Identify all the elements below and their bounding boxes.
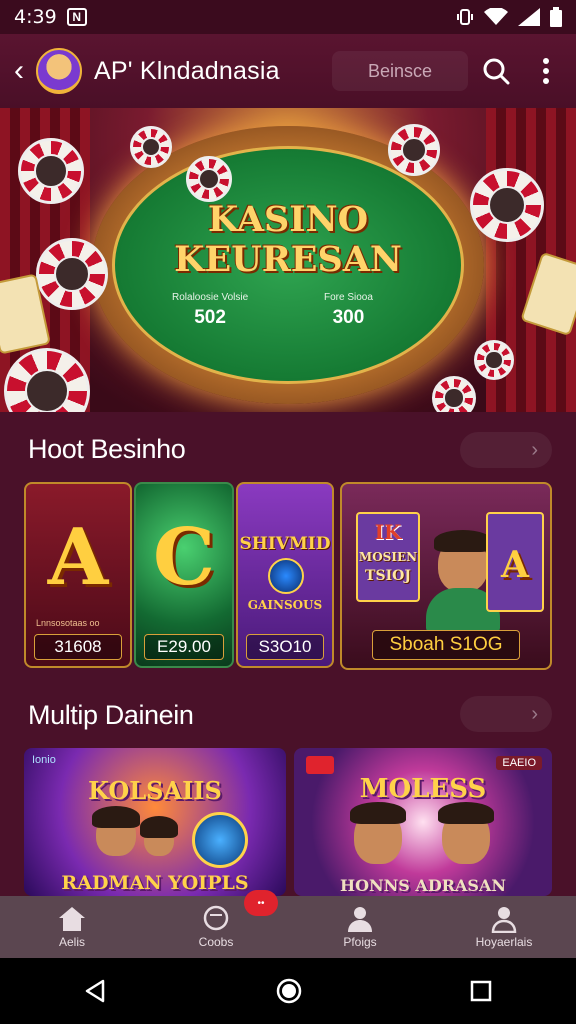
character (140, 816, 178, 856)
vibrate-icon (457, 9, 473, 25)
chevron-right-icon: › (531, 438, 538, 461)
roulette-wheel (192, 812, 248, 868)
promo-tag: Ionio (32, 754, 56, 766)
stat-right-label: Fore Siooa (324, 292, 373, 303)
search-icon (483, 58, 510, 85)
chat-icon (203, 905, 229, 931)
search-button[interactable] (474, 49, 518, 93)
nav-home-icon[interactable] (275, 977, 303, 1005)
stat-left-value: 502 (194, 307, 226, 328)
game-tile[interactable]: C E29.00 (134, 482, 234, 668)
tab-label: Pfoigs (343, 935, 377, 949)
hero-title-line1: KASINO (207, 199, 369, 240)
section-title: Hoot Besinho (28, 434, 186, 464)
tab-label: Coobs (198, 935, 234, 949)
hero-title-line2: KEURESAN (174, 239, 402, 280)
notification-badge: •• (244, 890, 278, 916)
promo-tag: EAEIO (496, 756, 542, 770)
game-tile[interactable]: SHIVMID GAINSOUS S3O10 (236, 482, 334, 668)
game-value: Sboah S1OG (372, 630, 520, 660)
game-value: 31608 (34, 634, 122, 660)
tab-chat[interactable]: Coobs •• (144, 890, 288, 958)
more-vert-icon (543, 58, 549, 84)
section-title: Multip Dainein (28, 700, 194, 730)
character (350, 802, 406, 864)
promo-card[interactable]: EAEIO MOLESS HONNS ADRASAN (294, 748, 552, 896)
poker-chip (470, 168, 544, 242)
section-multiplayer: Multip Dainein › Ionio KOLSAIIS RADMAN Y… (0, 684, 576, 896)
app-bar: ‹ AP' Klndadnasia Beinsce (0, 34, 576, 108)
poker-chip (432, 376, 476, 412)
tab-people[interactable]: Pfoigs (288, 896, 432, 958)
game-value: E29.00 (144, 634, 224, 660)
profile-icon (491, 907, 517, 933)
poker-chip (36, 238, 108, 310)
nav-recents-icon[interactable] (469, 979, 493, 1003)
stat-left-label: Rolaloosie Volsie (172, 292, 249, 303)
game-tile[interactable]: A Lnnsosotaas oo 31608 (24, 482, 132, 668)
tab-label: Aelis (58, 935, 85, 949)
nav-back-icon[interactable] (83, 978, 109, 1004)
tab-home[interactable]: Aelis (0, 896, 144, 958)
tab-label: Hoyaerlais (475, 935, 533, 949)
game-glyph: C (152, 512, 216, 603)
bottom-tab-bar: Aelis Coobs •• Pfoigs Hoyaerlais (0, 890, 576, 958)
hero-stat-right: Fore Siooa 300 (324, 292, 373, 329)
system-nav-bar (0, 958, 576, 1024)
game-value: S3O10 (246, 634, 324, 660)
promo-bottom-text: HONNS ADRASAN (339, 876, 507, 895)
status-time: 4:39 (14, 6, 57, 28)
content-panel: Hoot Besinho › A Lnnsosotaas oo 31608 C … (0, 412, 576, 896)
reel-top-text: IK (374, 520, 402, 544)
overflow-menu-button[interactable] (524, 49, 568, 93)
poker-chip (130, 126, 172, 168)
avatar[interactable] (36, 48, 82, 94)
game-glyph: A (47, 512, 109, 603)
back-button[interactable]: ‹ (8, 54, 30, 88)
wifi-icon (484, 8, 508, 25)
game-subtitle: GAINSOUS (247, 598, 323, 612)
poker-chip (186, 156, 232, 202)
hero-stat-left: Rolaloosie Volsie 502 (172, 292, 248, 329)
home-icon (59, 907, 85, 931)
search-input[interactable]: Beinsce (332, 51, 468, 91)
section-more-button[interactable]: › (460, 432, 552, 468)
app-title: AP' Klndadnasia (94, 56, 280, 85)
poker-chip (18, 138, 84, 204)
poker-chip (474, 340, 514, 380)
reel-glyph: A (501, 544, 529, 586)
game-glyph: SHIVMID (239, 534, 331, 554)
section-hot-games: Hoot Besinho › A Lnnsosotaas oo 31608 C … (0, 412, 576, 682)
game-caption: Lnnsosotaas oo (36, 618, 100, 628)
character (438, 802, 494, 864)
promo-title: MOLESS (359, 774, 487, 804)
hero-banner[interactable]: KASINO KEURESAN Rolaloosie Volsie 502 Fo… (0, 108, 576, 412)
hero-title: KASINO KEURESAN (92, 200, 484, 280)
stat-right-value: 300 (332, 307, 365, 328)
people-icon (348, 907, 372, 932)
signal-icon (518, 8, 540, 26)
promo-badge (306, 756, 334, 774)
game-tile[interactable]: IK MOSIEN TSIOJ A Sboah S1OG (340, 482, 552, 670)
character (434, 530, 492, 592)
tab-profile[interactable]: Hoyaerlais (432, 896, 576, 958)
reel-line1: MOSIEN (358, 550, 418, 564)
chevron-right-icon: › (531, 702, 538, 725)
status-bar: 4:39 N (0, 0, 576, 34)
promo-card[interactable]: Ionio KOLSAIIS RADMAN YOIPLS (24, 748, 286, 896)
section-more-button[interactable]: › (460, 696, 552, 732)
notification-icon: N (66, 8, 87, 26)
battery-icon (550, 7, 562, 27)
promo-bottom-text: RADMAN YOIPLS (61, 872, 249, 894)
poker-chip (388, 124, 440, 176)
reel-line2: TSIOJ (365, 568, 411, 584)
character (92, 806, 140, 856)
game-emblem (268, 558, 304, 594)
promo-title: KOLSAIIS (88, 776, 222, 805)
